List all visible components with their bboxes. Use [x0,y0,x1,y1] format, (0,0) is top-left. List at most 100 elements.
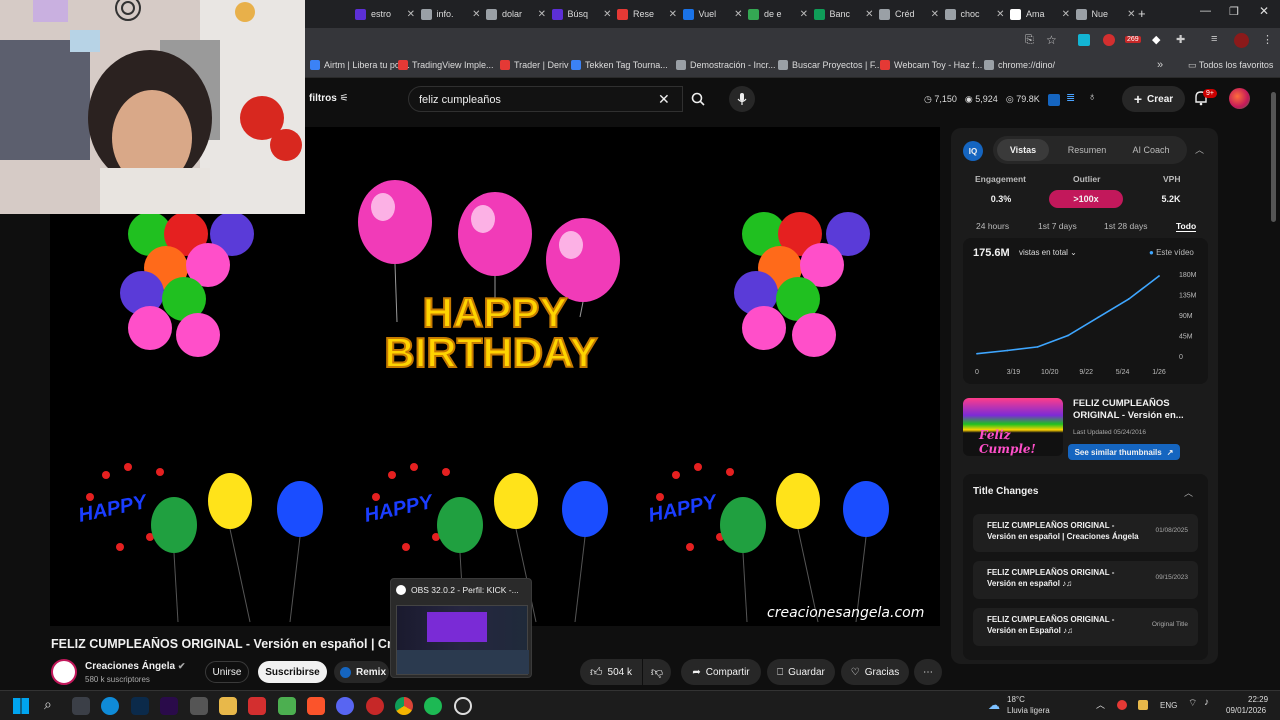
close-tab-icon[interactable]: ✕ [603,9,611,20]
more-bookmarks-icon[interactable]: » [1157,59,1163,71]
browser-tab[interactable]: Búsq ✕ [551,4,612,24]
extension-icon[interactable] [1078,34,1090,46]
browser-tab[interactable]: Banc ✕ [813,4,874,24]
new-tab-button[interactable]: + [1138,6,1146,21]
page-scrollbar[interactable] [1271,82,1277,682]
close-window-button[interactable]: ✕ [1259,4,1269,18]
close-tab-icon[interactable]: ✕ [996,9,1004,20]
taskbar-opera-icon[interactable] [366,697,384,715]
browser-tab[interactable]: Ama ✕ [1010,4,1070,24]
channel-avatar[interactable] [51,659,77,685]
views-type-select[interactable]: vistas en total ⌄ [1019,248,1077,257]
close-tab-icon[interactable]: ✕ [407,9,415,20]
wifi-icon[interactable]: ⌔ [1188,697,1197,710]
taskbar-spotify-icon[interactable] [424,697,442,715]
browser-tab[interactable]: Nue ✕ [1075,4,1136,24]
clear-search-icon[interactable]: ✕ [658,91,670,108]
language-indicator[interactable]: ENG [1160,701,1177,710]
bookmark-item[interactable]: Airtm | Libera tu pot... [310,60,410,70]
close-tab-icon[interactable]: ✕ [669,9,677,20]
taskbar-deriv-icon[interactable] [248,697,266,715]
range-28-days[interactable]: 1st 28 days [1104,221,1147,231]
remix-button[interactable]: Remix [334,661,389,683]
tab-vistas[interactable]: Vistas [997,139,1049,161]
tab-resumen[interactable]: Resumen [1059,139,1115,161]
bookmark-item[interactable]: chrome://dino/ [984,60,1055,70]
tray-app-icon-2[interactable] [1138,700,1148,710]
share-button[interactable]: ➦ Compartir [681,659,761,685]
taskbar-photoshop-icon[interactable] [131,697,149,715]
maximize-button[interactable]: ❐ [1229,5,1239,18]
bookmark-item[interactable]: TradingView Imple... [398,60,494,70]
taskbar-discord-icon[interactable] [336,697,354,715]
filters-button[interactable]: filtros ⚟ [309,93,349,104]
close-tab-icon[interactable]: ✕ [865,9,873,20]
extension-diamond-icon[interactable]: ◆ [1152,33,1160,46]
windows-start-icon[interactable] [13,698,29,714]
range-7-days[interactable]: 1st 7 days [1038,221,1077,231]
more-actions-button[interactable]: ⋯ [914,659,942,685]
close-tab-icon[interactable]: ✕ [538,9,546,20]
browser-tab[interactable]: de e ✕ [748,4,808,24]
taskbar-store-icon[interactable] [190,697,208,715]
tray-app-icon[interactable] [1117,700,1127,710]
extension-red-icon[interactable] [1103,34,1115,46]
browser-tab[interactable]: info. ✕ [420,4,481,24]
search-button[interactable] [683,86,713,112]
taskbar-minecraft-icon[interactable] [278,697,296,715]
bookmark-item[interactable]: Webcam Toy - Haz f... [880,60,982,70]
close-tab-icon[interactable]: ✕ [734,9,742,20]
dislike-button[interactable]: 👎︎ [643,659,671,685]
range-24-hours[interactable]: 24 hours [976,221,1009,231]
save-button[interactable]: ⎕ Guardar [767,659,835,685]
clock-date[interactable]: 09/01/2026 [1226,706,1266,715]
clock-time[interactable]: 22:29 [1248,695,1268,704]
browser-tab[interactable]: estro ✕ [355,4,415,24]
see-similar-thumbnails-button[interactable]: See similar thumbnails ↗ [1068,444,1180,460]
browser-tab[interactable]: Rese ✕ [617,4,677,24]
tray-chevron-icon[interactable]: ︿ [1096,698,1105,711]
media-icon[interactable]: ≡ [1211,33,1217,45]
like-button[interactable]: 👍︎ 504 k [580,659,642,685]
taskbar-folder-icon[interactable] [219,697,237,715]
extensions-puzzle-icon[interactable]: ✚ [1176,33,1185,46]
minimize-button[interactable]: — [1200,5,1211,17]
thanks-button[interactable]: ♡ Gracias [841,659,909,685]
list-icon[interactable]: ≣ [1066,91,1075,104]
channel-name[interactable]: Creaciones Ángela ✔ [85,661,185,672]
browser-tab[interactable]: dolar ✕ [486,4,546,24]
browser-tab[interactable]: choc ✕ [944,4,1005,24]
volume-icon[interactable]: ♪ [1204,697,1209,708]
taskbar-chrome-icon[interactable] [395,697,413,715]
bookmark-star-icon[interactable]: ☆ [1046,33,1057,47]
create-button[interactable]: + Crear [1122,86,1185,112]
join-button[interactable]: Unirse [205,661,249,683]
taskbar-explorer-icon[interactable] [72,697,90,715]
close-tab-icon[interactable]: ✕ [1062,9,1070,20]
close-tab-icon[interactable]: ✕ [1127,9,1135,20]
search-input[interactable]: feliz cumpleaños [408,86,683,112]
taskbar-brave-icon[interactable] [307,697,325,715]
menu-kebab-icon[interactable]: ⋮ [1262,33,1273,46]
close-tab-icon[interactable]: ✕ [800,9,808,20]
browser-tab[interactable]: Vuel ✕ [682,4,743,24]
taskbar-premiere-icon[interactable] [160,697,178,715]
subscribe-button[interactable]: Suscribirse [258,661,327,683]
bulb-icon[interactable]: ♁ [1088,91,1096,103]
bookmark-item[interactable]: Demostración - Incr... [676,60,776,70]
taskbar-edge-icon[interactable] [101,697,119,715]
obs-taskbar-preview[interactable]: OBS 32.0.2 - Perfil: KICK -... [390,578,532,678]
all-bookmarks[interactable]: ▭ Todos los favoritos [1188,60,1273,71]
close-tab-icon[interactable]: ✕ [472,9,480,20]
extension-badge[interactable]: 269 [1125,36,1141,43]
bookmark-item[interactable]: Buscar Proyectos | F... [778,60,882,70]
taskbar-search-icon[interactable]: ⌕ [44,696,52,713]
profile-avatar[interactable] [1234,33,1249,48]
scrollbar-thumb[interactable] [1271,92,1276,222]
video-thumbnail[interactable]: Feliz Cumple! [963,398,1063,456]
taskbar-obs-icon[interactable] [454,697,472,715]
account-avatar[interactable] [1229,88,1250,109]
tab-ai-coach[interactable]: AI Coach [1123,139,1179,161]
collapse-panel-icon[interactable]: ︿ [1195,143,1204,156]
browser-tab[interactable]: Créd ✕ [879,4,939,24]
